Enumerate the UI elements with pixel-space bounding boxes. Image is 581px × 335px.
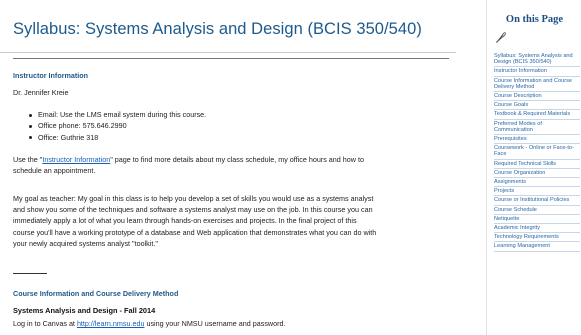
sidebar-item-academic-integrity[interactable]: Academic Integrity [494, 224, 580, 234]
title-divider [13, 58, 449, 59]
sidebar-item-policies[interactable]: Course or Institutional Policies [494, 196, 580, 206]
sidebar-item-textbook[interactable]: Textbook & Required Materials [494, 110, 580, 120]
sidebar-title: On this Page [505, 14, 564, 25]
goal-line: immediately apply a lot of what you lear… [13, 216, 357, 226]
page-title: Syllabus: Systems Analysis and Design (B… [13, 20, 422, 38]
teaching-goal: My goal as teacher: My goal in this clas… [13, 193, 456, 249]
instructor-heading: Instructor Information [13, 71, 89, 80]
sidebar-item-prerequisites[interactable]: Prerequisites [494, 135, 580, 145]
instructor-info-link[interactable]: Instructor Information [42, 155, 110, 164]
section-divider [13, 273, 47, 274]
sidebar-item-communication[interactable]: Preferred Modes of Communication [494, 120, 580, 136]
sidebar-nav-list: Syllabus: Systems Analysis and Design (B… [494, 52, 580, 252]
course-name: Systems Analysis and Design - Fall 2014 [13, 306, 156, 315]
sidebar-item-course-schedule[interactable]: Course Schedule [494, 206, 580, 215]
note-text-after: " page to find more details about my cla… [110, 155, 364, 164]
sidebar-item-instructor-information[interactable]: Instructor Information [494, 67, 580, 77]
sidebar-item-projects[interactable]: Projects [494, 187, 580, 197]
main-content: Syllabus: Systems Analysis and Design (B… [0, 0, 456, 335]
login-text-after: using your NMSU username and password. [144, 319, 286, 328]
sidebar-item-technology-requirements[interactable]: Technology Requirements [494, 233, 580, 243]
contact-office: Office: Guthrie 318 [28, 132, 206, 143]
sidebar-item-assignments[interactable]: Assignments [494, 178, 580, 188]
goal-line: and show you some of the techniques and … [13, 205, 373, 215]
goal-line: your newly acquired systems analyst "too… [13, 238, 158, 248]
instructor-name: Dr. Jennifer Kreie [13, 88, 69, 97]
instructor-note: Use the "Instructor Information" page to… [13, 154, 453, 176]
sidebar-item-learning-management[interactable]: Learning Management [494, 242, 580, 252]
course-info-heading: Course Information and Course Delivery M… [13, 289, 179, 298]
note-text-before: Use the " [13, 155, 43, 164]
title-bar: Syllabus: Systems Analysis and Design (B… [0, 0, 456, 53]
goal-line: course you'll have a working prototype o… [13, 227, 377, 237]
goal-line: My goal as teacher: My goal in this clas… [13, 194, 374, 203]
canvas-login-link[interactable]: http://learn.nmsu.edu [77, 319, 145, 328]
sidebar-item-course-organization[interactable]: Course Organization [494, 169, 580, 179]
on-this-page-sidebar: On this Page Syllabus: Systems Analysis … [486, 0, 581, 335]
contact-phone: Office phone: 575.646.2990 [28, 120, 206, 131]
sidebar-item-coursework[interactable]: Coursework - Online or Face-to-Face [494, 144, 580, 160]
sidebar-item-technical-skills[interactable]: Required Technical Skills [494, 160, 580, 169]
feather-quill-icon [495, 32, 506, 43]
sidebar-item-netiquette[interactable]: Netiquette [494, 215, 580, 225]
contact-email: Email: Use the LMS email system during t… [28, 109, 206, 120]
sidebar-item-course-description[interactable]: Course Description [494, 92, 580, 102]
sidebar-item-syllabus[interactable]: Syllabus: Systems Analysis and Design (B… [494, 52, 580, 68]
sidebar-item-course-goals[interactable]: Course Goals [494, 101, 580, 111]
login-instructions: Log in to Canvas at http://learn.nmsu.ed… [13, 318, 286, 329]
note-text-line2: schedule an appointment. [13, 166, 96, 176]
login-text-before: Log in to Canvas at [13, 319, 77, 328]
contact-list: Email: Use the LMS email system during t… [28, 109, 206, 143]
sidebar-item-course-information[interactable]: Course Information and Course Delivery M… [494, 77, 580, 93]
